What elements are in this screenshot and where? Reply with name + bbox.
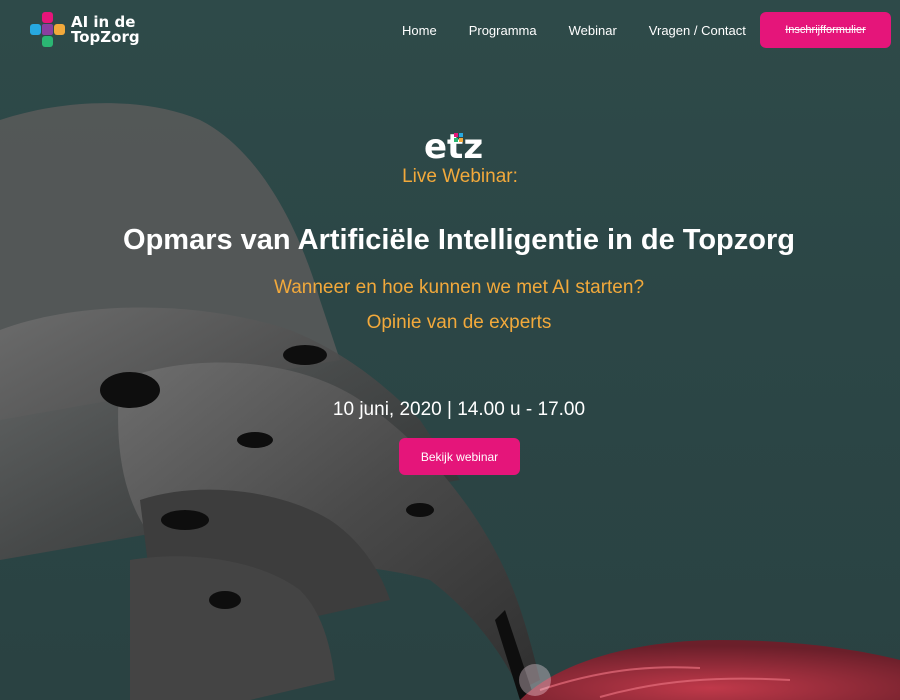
etz-logo-text: etz: [424, 127, 483, 164]
nav-programma[interactable]: Programma: [453, 23, 553, 38]
watch-webinar-button[interactable]: Bekijk webinar: [399, 438, 520, 475]
top-navigation: AI in de TopZorg Home Programma Webinar …: [0, 0, 900, 62]
nav-links: Home Programma Webinar Vragen / Contact: [386, 0, 762, 60]
event-date: 10 juni, 2020 | 14.00 u - 17.00: [332, 399, 586, 420]
register-button[interactable]: Inschrijfformulier: [760, 12, 891, 48]
nav-vragen-contact[interactable]: Vragen / Contact: [633, 23, 762, 38]
page-title: Opmars van Artificiële Intelligentie in …: [123, 224, 795, 256]
hero-content: etz Live Webinar: Opmars van Artificiële…: [0, 0, 900, 700]
logo-line-2: TopZorg: [71, 28, 140, 46]
nav-webinar[interactable]: Webinar: [553, 23, 633, 38]
subtitle-experts: Opinie van de experts: [366, 312, 552, 333]
site-logo[interactable]: AI in de TopZorg: [30, 12, 140, 48]
eyebrow-text: Live Webinar:: [402, 166, 518, 187]
nav-home[interactable]: Home: [386, 23, 453, 38]
logo-icon: [30, 12, 65, 47]
subtitle-question: Wanneer en hoe kunnen we met AI starten?: [273, 277, 645, 298]
etz-partner-logo: etz: [424, 127, 483, 164]
logo-text: AI in de TopZorg: [71, 15, 140, 45]
